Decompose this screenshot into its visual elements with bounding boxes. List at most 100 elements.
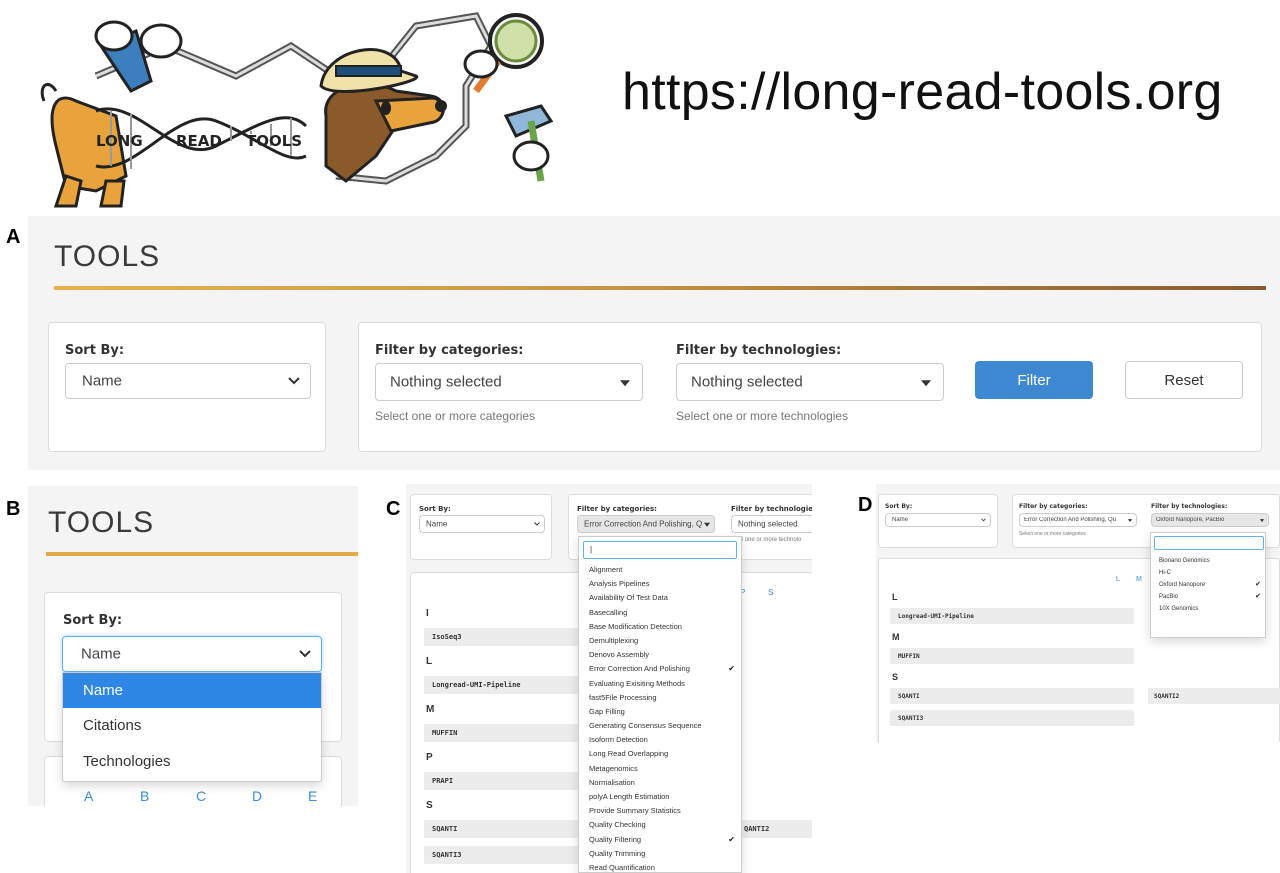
category-options-dropdown: | Alignment Analysis Pipelines Availabilit… <box>578 536 742 873</box>
category-option[interactable]: Generating Consensus Sequence <box>579 719 743 733</box>
letter-heading-i: I <box>426 608 429 619</box>
category-option[interactable]: Normalisation <box>579 776 743 790</box>
technologies-hint: Select one or more technologies <box>676 409 849 423</box>
alpha-link-l[interactable]: L <box>1116 576 1120 583</box>
category-option[interactable]: Quality Checking <box>579 818 743 832</box>
technologies-label: Filter by technologies: <box>1151 503 1228 510</box>
category-option[interactable]: Quality Filtering ✔ <box>579 833 743 847</box>
category-option[interactable]: fast5File Processing <box>579 691 743 705</box>
tool-item-longread-umi-pipeline[interactable]: Longread-UMI-Pipeline <box>890 608 1134 624</box>
technology-option-label: Oxford Nanopore <box>1159 582 1206 588</box>
sort-option-technologies[interactable]: Technologies <box>63 744 321 780</box>
technology-option[interactable]: Oxford Nanopore ✔ <box>1151 579 1267 591</box>
sort-select[interactable]: Name <box>62 636 322 672</box>
technologies-select[interactable]: Nothing selected <box>676 363 944 401</box>
category-option-label: Metagenomics <box>589 763 638 773</box>
technology-option[interactable]: Hi-C <box>1151 567 1267 579</box>
category-option-label: Provide Summary Statistics <box>589 806 681 816</box>
categories-select[interactable]: Nothing selected <box>375 363 643 401</box>
category-option-label: Alignment <box>589 565 623 574</box>
tool-item-longread-umi-pipeline[interactable]: Longread-UMI-Pipeline <box>424 676 584 694</box>
category-option-label: Long Read Overlapping <box>589 749 669 759</box>
technology-option[interactable]: 10X Genomics <box>1151 603 1267 615</box>
category-option[interactable]: Availability Of Test Data <box>579 591 743 605</box>
categories-select-value: Error Correction And Polishing, Qu <box>584 519 702 529</box>
category-option[interactable]: Demultiplexing <box>579 634 743 648</box>
letter-heading-m: M <box>892 632 900 642</box>
tool-item-sqanti2[interactable]: QANTI2 <box>740 820 812 838</box>
title-underline <box>54 286 1266 290</box>
category-option[interactable]: Gap Filling <box>579 705 743 719</box>
category-option-label: Quality Checking <box>589 820 646 830</box>
page-title: TOOLS <box>48 506 155 539</box>
sort-option-citations[interactable]: Citations <box>63 708 321 744</box>
category-search-input[interactable]: | <box>583 541 737 559</box>
letter-heading-s: S <box>426 800 433 811</box>
category-option-label: Demultiplexing <box>589 635 639 645</box>
sort-select[interactable]: Name <box>65 363 311 399</box>
technology-option-label: Hi-C <box>1159 570 1171 576</box>
technology-option[interactable]: PacBio ✔ <box>1151 591 1267 603</box>
letter-heading-l: L <box>892 592 898 602</box>
categories-select[interactable]: Error Correction And Polishing, Qu <box>1019 513 1137 527</box>
category-option[interactable]: Basecalling <box>579 606 743 620</box>
category-option-label: Availability Of Test Data <box>589 593 668 603</box>
category-option-label: Base Modification Detection <box>589 621 682 631</box>
tool-item-sqanti2[interactable]: SQANTI2 <box>1148 688 1280 704</box>
sort-option-name[interactable]: Name <box>63 673 321 708</box>
tool-item-sqanti3[interactable]: SQANTI3 <box>890 710 1134 726</box>
category-option[interactable]: Provide Summary Statistics <box>579 804 743 818</box>
panel-c-category-dropdown: Sort By: Name Filter by categories: Erro… <box>406 484 812 873</box>
letter-heading-p: P <box>426 752 433 763</box>
sort-select[interactable]: Name <box>419 515 545 533</box>
alpha-link-s[interactable]: S <box>768 588 773 597</box>
tool-item-sqanti[interactable]: SQANTI <box>424 820 584 838</box>
chevron-down-icon <box>981 518 986 522</box>
sort-card: Sort By: Name <box>410 494 552 560</box>
technology-search-input[interactable] <box>1154 536 1264 550</box>
category-option[interactable]: Read Quantification <box>579 861 743 873</box>
sort-select-value: Name <box>82 372 123 390</box>
sort-select-value: Name <box>426 519 448 529</box>
category-option[interactable]: Base Modification Detection <box>579 620 743 634</box>
tool-item-sqanti3[interactable]: SQANTI3 <box>424 846 584 864</box>
tool-item-sqanti[interactable]: SQANTI <box>890 688 1134 704</box>
alpha-link-e[interactable]: E <box>308 788 317 804</box>
category-search-value: | <box>590 545 593 554</box>
letter-heading-m: M <box>426 704 435 715</box>
tool-item-muffin[interactable]: MUFFIN <box>890 648 1134 664</box>
alpha-link-b[interactable]: B <box>140 788 149 804</box>
tool-item-isoseq3[interactable]: IsoSeq3 <box>424 628 584 646</box>
site-url: https://long-read-tools.org <box>622 63 1223 121</box>
panel-b-sort-dropdown: TOOLS Sort By: Name A B C D E Name Citat… <box>28 486 358 806</box>
sort-label: Sort By: <box>885 503 913 510</box>
technologies-select[interactable]: Nothing selected <box>731 515 812 533</box>
category-option[interactable]: Long Read Overlapping <box>579 747 743 761</box>
category-option[interactable]: Analysis Pipelines <box>579 577 743 591</box>
alpha-link-c[interactable]: C <box>196 788 206 804</box>
tool-item-prapi[interactable]: PRAPI <box>424 772 584 790</box>
category-option[interactable]: polyA Length Estimation <box>579 790 743 804</box>
tool-item-muffin[interactable]: MUFFIN <box>424 724 584 742</box>
caret-down-icon <box>921 380 931 387</box>
alpha-link-m[interactable]: M <box>1136 576 1142 583</box>
sort-select[interactable]: Name <box>885 513 991 527</box>
category-option[interactable]: Alignment <box>579 563 743 577</box>
panel-label-d: D <box>858 494 873 516</box>
category-option[interactable]: Metagenomics <box>579 762 743 776</box>
categories-select[interactable]: Error Correction And Polishing, Qu <box>577 515 715 533</box>
technologies-label: Filter by technologies: <box>731 505 812 513</box>
alpha-link-a[interactable]: A <box>84 788 93 804</box>
caret-down-icon <box>1260 519 1264 523</box>
category-option[interactable]: Isoform Detection <box>579 733 743 747</box>
category-option[interactable]: Error Correction And Polishing ✔ <box>579 662 743 676</box>
category-option[interactable]: Denovo Assembly <box>579 648 743 662</box>
category-option[interactable]: Quality Trimming <box>579 847 743 861</box>
technologies-select[interactable]: Oxford Nanopore, PacBio <box>1151 513 1269 527</box>
category-option[interactable]: Evaluating Exisiting Methods <box>579 677 743 691</box>
technology-option[interactable]: Bionano Genomics <box>1151 555 1267 567</box>
alpha-link-d[interactable]: D <box>252 788 262 804</box>
reset-button[interactable]: Reset <box>1125 361 1243 399</box>
logo-lettering: LONG <box>96 132 143 150</box>
filter-button[interactable]: Filter <box>975 361 1093 399</box>
